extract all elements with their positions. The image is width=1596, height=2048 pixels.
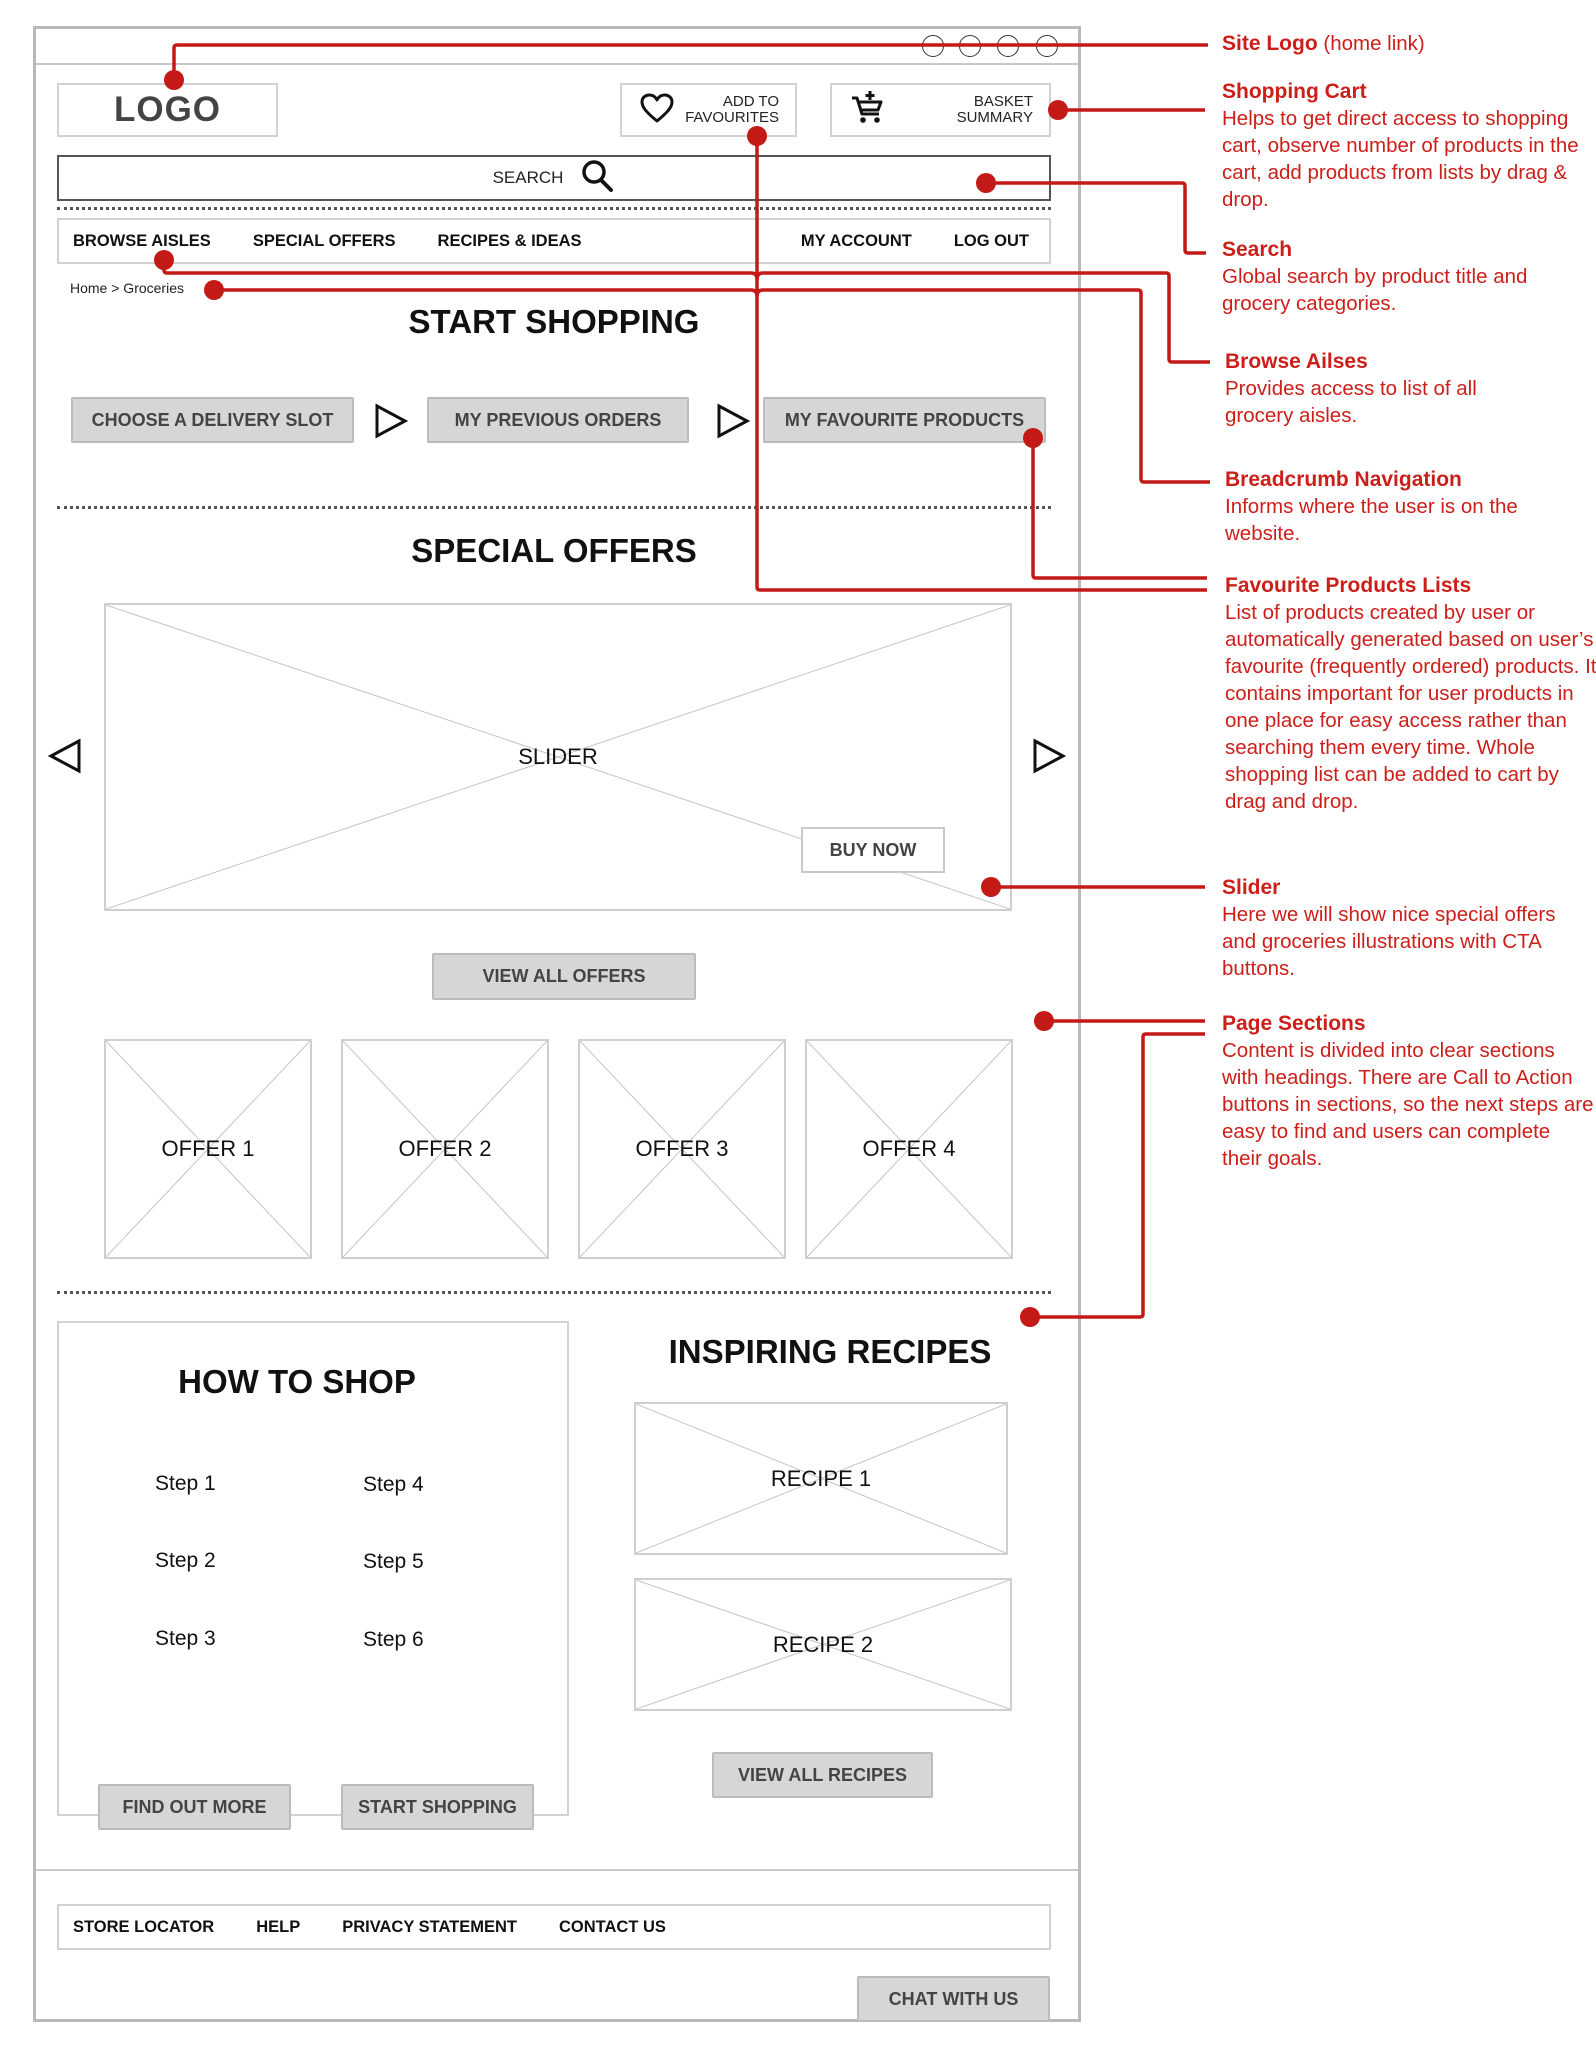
annotation-body: List of products created by user or auto… [1225,601,1596,813]
breadcrumb[interactable]: Home > Groceries [70,280,184,296]
site-logo[interactable]: LOGO [57,83,278,137]
my-favourite-products-button[interactable]: MY FAVOURITE PRODUCTS [763,397,1046,443]
window-control-icon[interactable] [1036,35,1058,57]
nav-browse-aisles[interactable]: BROWSE AISLES [73,232,211,251]
special-offers-title: SPECIAL OFFERS [411,532,697,569]
slider-label: SLIDER [518,744,598,769]
basket-label-line2: SUMMARY [956,109,1033,126]
nav-special-offers[interactable]: SPECIAL OFFERS [253,232,396,251]
annotation-title: Site Logo [1222,32,1318,55]
triangle-left-icon[interactable] [47,738,82,779]
footer-contact-us[interactable]: CONTACT US [559,1918,666,1937]
offer-label: OFFER 1 [161,1136,255,1161]
how-to-step: Step 5 [363,1550,424,1573]
annotation-page-sections: Page Sections Content is divided into cl… [1222,1010,1594,1172]
favourites-label-line2: FAVOURITES [685,109,779,126]
annotation-body: Helps to get direct access to shopping c… [1222,107,1579,211]
play-arrow-icon [716,403,751,444]
heart-icon [640,93,674,128]
view-all-offers-button[interactable]: VIEW ALL OFFERS [432,953,696,1000]
recipe-label: RECIPE 2 [772,1631,874,1657]
start-shopping-button[interactable]: START SHOPPING [341,1784,534,1830]
offer-label: OFFER 3 [635,1136,729,1161]
my-previous-orders-button[interactable]: MY PREVIOUS ORDERS [427,397,689,443]
how-to-step: Step 3 [155,1627,216,1650]
annotation-title: Page Sections [1222,1012,1366,1035]
annotation-body: Global search by product title and groce… [1222,265,1528,315]
annotation-title: Search [1222,238,1293,261]
annotation-body: Provides access to list of all grocery a… [1225,377,1477,427]
how-to-step: Step 4 [363,1473,424,1496]
how-to-shop-title: HOW TO SHOP [178,1363,416,1400]
offer-card[interactable]: OFFER 1 [104,1039,312,1259]
annotation-title: Browse Ailses [1225,350,1368,373]
annotation-shopping-cart: Shopping Cart Helps to get direct access… [1222,78,1594,213]
search-input[interactable]: SEARCH [57,155,1051,201]
offer-label: OFFER 2 [398,1136,492,1161]
search-label: SEARCH [492,168,564,187]
window-control-icon[interactable] [997,35,1019,57]
basket-label-line1: BASKET [973,93,1033,110]
annotation-title: Slider [1222,876,1281,899]
window-control-icon[interactable] [922,35,944,57]
section-divider [57,1291,1051,1294]
recipe-label: RECIPE 1 [770,1465,872,1491]
annotation-browse-aisles: Browse Ailses Provides access to list of… [1225,348,1596,429]
annotation-site-logo: Site Logo (home link) [1222,30,1594,57]
annotation-body: Content is divided into clear sections w… [1222,1039,1594,1170]
offer-card[interactable]: OFFER 3 [578,1039,786,1259]
nav-log-out[interactable]: LOG OUT [954,232,1029,251]
browser-bar-divider [36,63,1078,65]
annotation-body: Informs where the user is on the website… [1225,495,1518,545]
how-to-step: Step 6 [363,1628,424,1651]
search-icon[interactable] [581,159,615,198]
footer-divider [36,1869,1078,1871]
slider[interactable]: SLIDER BUY NOW [104,603,1012,911]
offer-label: OFFER 4 [862,1136,956,1161]
main-nav: BROWSE AISLES SPECIAL OFFERS RECIPES & I… [57,218,1051,264]
annotation-title: Breadcrumb Navigation [1225,468,1462,491]
section-divider [57,207,1051,210]
chat-with-us-button[interactable]: CHAT WITH US [857,1976,1050,2022]
inspiring-recipes-title: INSPIRING RECIPES [668,1333,992,1370]
add-to-favourites-button[interactable]: ADD TO FAVOURITES [620,83,797,137]
offer-card[interactable]: OFFER 2 [341,1039,549,1259]
nav-my-account[interactable]: MY ACCOUNT [801,232,912,251]
find-out-more-button[interactable]: FIND OUT MORE [98,1784,291,1830]
annotation-slider: Slider Here we will show nice special of… [1222,874,1594,982]
favourites-label-line1: ADD TO [722,93,779,110]
annotation-search: Search Global search by product title an… [1222,236,1594,317]
offer-card[interactable]: OFFER 4 [805,1039,1013,1259]
recipe-card[interactable]: RECIPE 1 [634,1402,1008,1555]
annotation-title: Shopping Cart [1222,80,1367,103]
footer-privacy-statement[interactable]: PRIVACY STATEMENT [342,1918,517,1937]
triangle-right-icon[interactable] [1032,738,1067,779]
nav-recipes-ideas[interactable]: RECIPES & IDEAS [438,232,582,251]
annotation-body: Here we will show nice special offers an… [1222,903,1556,980]
buy-now-button[interactable]: BUY NOW [801,827,945,873]
footer-help[interactable]: HELP [256,1918,300,1937]
how-to-step: Step 2 [155,1549,216,1572]
play-arrow-icon [374,403,409,444]
annotation-inline: (home link) [1323,32,1425,55]
view-all-recipes-button[interactable]: VIEW ALL RECIPES [712,1752,933,1798]
footer-nav: STORE LOCATOR HELP PRIVACY STATEMENT CON… [57,1904,1051,1950]
section-divider [57,506,1051,509]
window-control-icon[interactable] [959,35,981,57]
how-to-step: Step 1 [155,1472,216,1495]
footer-store-locator[interactable]: STORE LOCATOR [73,1918,214,1937]
choose-delivery-slot-button[interactable]: CHOOSE A DELIVERY SLOT [71,397,354,443]
start-shopping-title: START SHOPPING [408,303,700,340]
cart-add-icon [850,90,886,131]
annotation-favourite-products: Favourite Products Lists List of product… [1225,572,1596,815]
recipe-card[interactable]: RECIPE 2 [634,1578,1012,1711]
annotation-breadcrumb: Breadcrumb Navigation Informs where the … [1225,466,1596,547]
annotation-title: Favourite Products Lists [1225,574,1472,597]
basket-summary-button[interactable]: BASKET SUMMARY [830,83,1051,137]
